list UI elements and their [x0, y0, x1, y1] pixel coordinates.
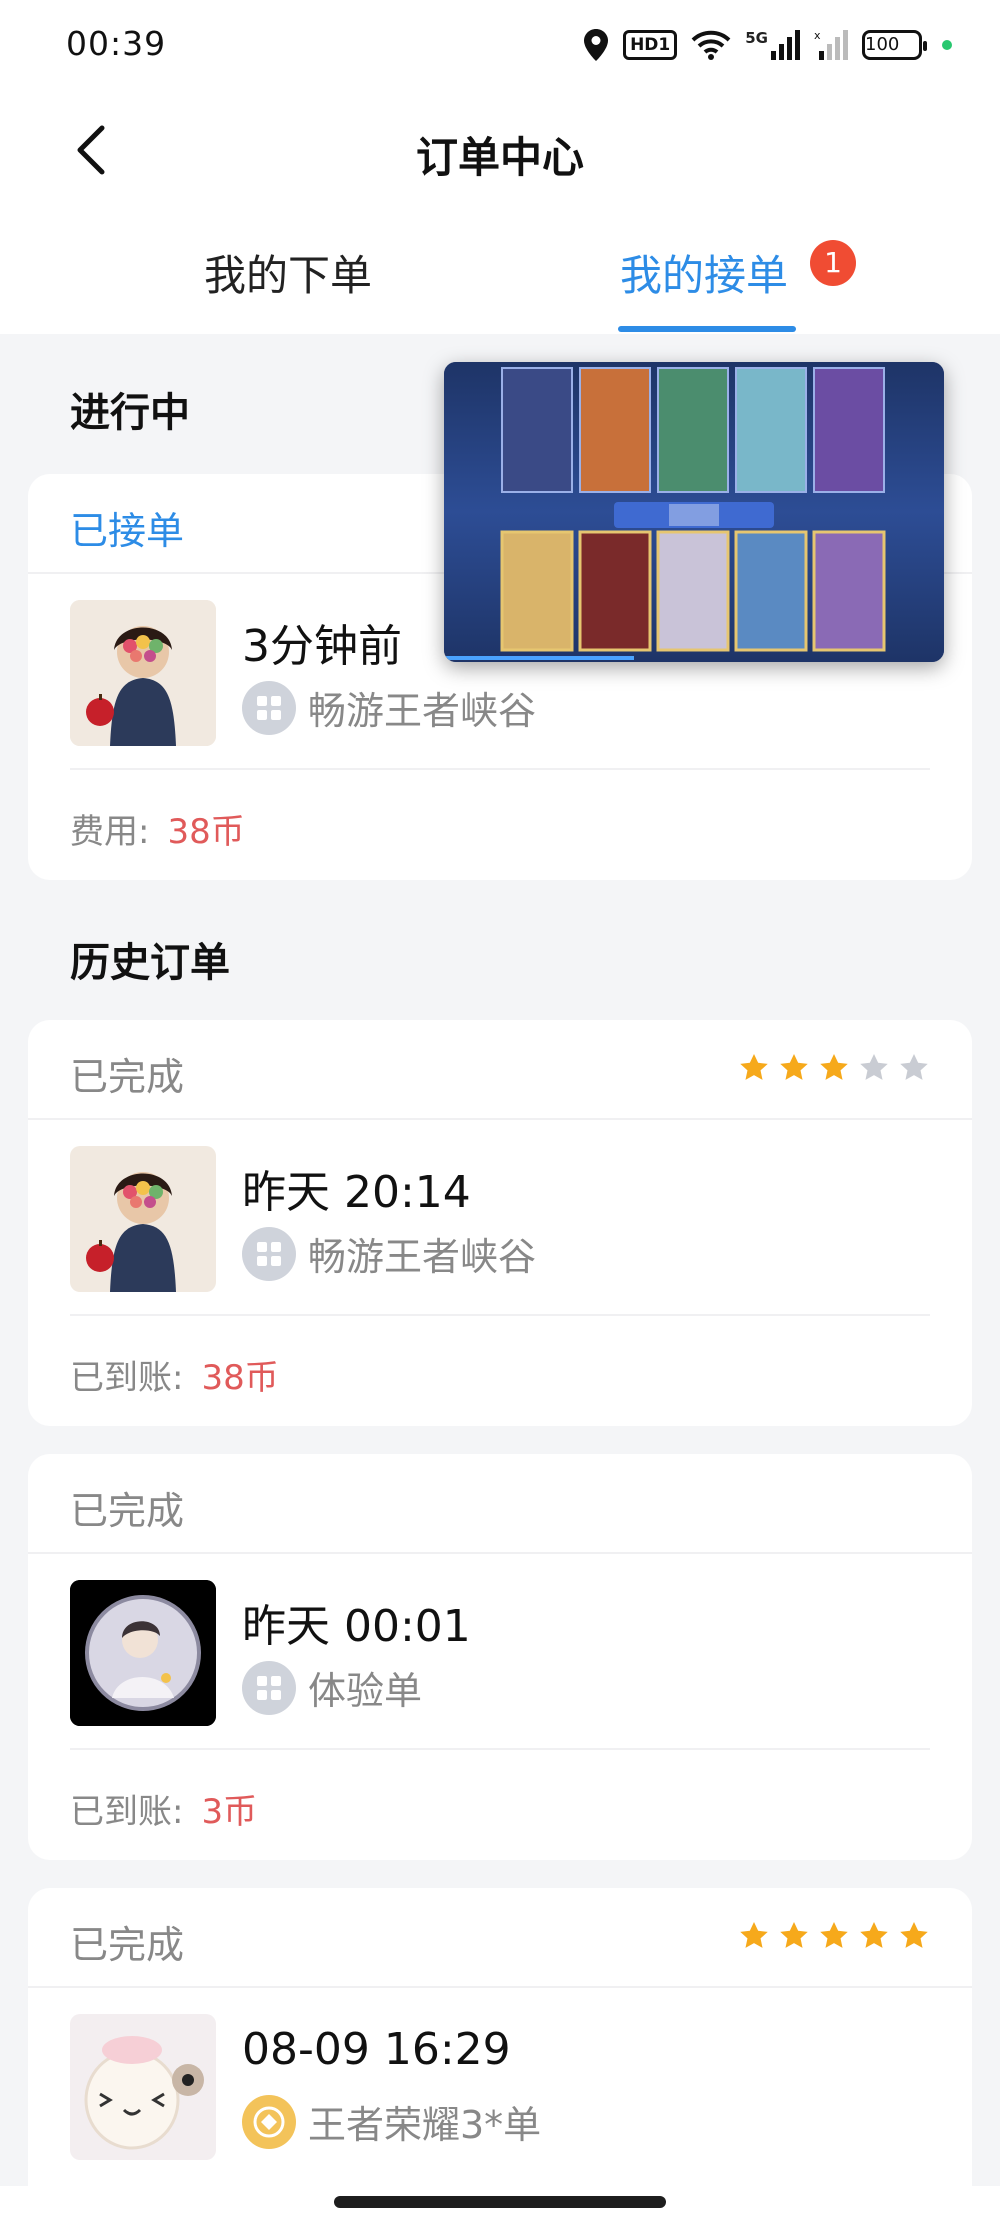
game-line: 畅游王者峡谷 — [242, 680, 536, 735]
avatar — [70, 2014, 216, 2160]
star-filled-icon — [860, 1922, 888, 1948]
history-order-card[interactable]: 已完成 08-09 16:29 王者荣耀3*单 — [28, 1888, 972, 2230]
battery-icon: 100 — [862, 30, 927, 60]
svg-text:x: x — [814, 29, 821, 42]
network-type-label: 5G — [745, 29, 768, 47]
avatar — [70, 1580, 216, 1726]
amount-label: 已到账: — [70, 1358, 184, 1398]
order-tabs: 我的下单 我的接单 1 — [0, 230, 1000, 334]
star-empty-icon — [900, 1054, 928, 1080]
signal-icon: 5G — [745, 29, 800, 61]
star-filled-icon — [900, 1922, 928, 1948]
bottom-bar — [0, 2186, 1000, 2230]
divider — [70, 1748, 930, 1750]
divider — [70, 768, 930, 770]
page-title: 订单中心 — [415, 133, 584, 182]
order-time: 08-09 16:29 — [242, 2024, 511, 2075]
star-filled-icon — [780, 1922, 808, 1948]
rating-stars — [738, 1052, 930, 1084]
divider — [70, 1314, 930, 1316]
active-tab-indicator — [618, 326, 796, 332]
game-preview-popup[interactable] — [444, 362, 944, 662]
history-order-card[interactable]: 已完成 昨天 00:01 体验单 已到账: 3币 — [28, 1454, 972, 1860]
game-name: 王者荣耀3*单 — [308, 2103, 542, 2147]
game-name: 体验单 — [308, 1669, 423, 1713]
hd-icon: HD1 — [623, 30, 678, 60]
game-line: 畅游王者峡谷 — [242, 1226, 536, 1281]
avatar — [70, 1146, 216, 1292]
wifi-icon — [691, 29, 731, 61]
signal-2-icon: x — [814, 29, 848, 61]
location-icon — [583, 28, 609, 62]
fee-line: 费用: 38币 — [70, 804, 245, 853]
order-time: 3分钟前 — [242, 621, 402, 672]
status-bar: 00:39 HD1 5G x 100 — [0, 0, 1000, 90]
amount-value: 3币 — [201, 1792, 258, 1832]
game-icon — [242, 680, 296, 735]
home-indicator[interactable] — [334, 2196, 666, 2208]
fee-value: 38币 — [167, 812, 245, 852]
star-filled-icon — [780, 1054, 808, 1080]
status-icons: HD1 5G x 100 — [583, 26, 952, 64]
amount-line: 已到账: 38币 — [70, 1350, 279, 1399]
card-header: 已完成 — [28, 1020, 972, 1120]
section-title-ongoing: 进行中 — [70, 390, 190, 436]
game-line: 体验单 — [242, 1660, 422, 1715]
status-badge: 已完成 — [70, 1489, 185, 1533]
order-time: 昨天 20:14 — [242, 1167, 471, 1218]
amount-value: 38币 — [201, 1358, 279, 1398]
tab-badge: 1 — [810, 240, 856, 286]
star-filled-icon — [820, 1922, 848, 1948]
section-title-history: 历史订单 — [70, 940, 230, 986]
amount-label: 已到账: — [70, 1792, 184, 1832]
game-icon — [242, 1660, 296, 1715]
star-filled-icon — [740, 1922, 768, 1948]
status-time: 00:39 — [66, 24, 167, 63]
status-badge: 已接单 — [70, 509, 185, 553]
tab-my-orders[interactable]: 我的下单 — [204, 242, 372, 303]
order-time: 昨天 00:01 — [242, 1601, 471, 1652]
card-header: 已完成 — [28, 1454, 972, 1554]
amount-line: 已到账: 3币 — [70, 1784, 257, 1833]
avatar — [70, 600, 216, 746]
rating-stars — [738, 1920, 930, 1952]
privacy-indicator-dot — [942, 40, 952, 50]
status-badge: 已完成 — [70, 1055, 185, 1099]
honor-of-kings-icon — [242, 2094, 296, 2149]
star-filled-icon — [740, 1054, 768, 1080]
game-line: 王者荣耀3*单 — [242, 2094, 541, 2149]
game-name: 畅游王者峡谷 — [308, 1235, 537, 1279]
nav-header: 订单中心 — [0, 100, 1000, 200]
game-icon — [242, 1226, 296, 1281]
history-order-card[interactable]: 已完成 昨天 20:14 畅游王者峡谷 已到账: 38币 — [28, 1020, 972, 1426]
fee-label: 费用: — [70, 812, 150, 852]
tab-my-accepted[interactable]: 我的接单 — [620, 242, 788, 303]
status-badge: 已完成 — [70, 1923, 185, 1967]
star-empty-icon — [860, 1054, 888, 1080]
card-header: 已完成 — [28, 1888, 972, 1988]
star-filled-icon — [820, 1054, 848, 1080]
game-name: 畅游王者峡谷 — [308, 689, 537, 733]
